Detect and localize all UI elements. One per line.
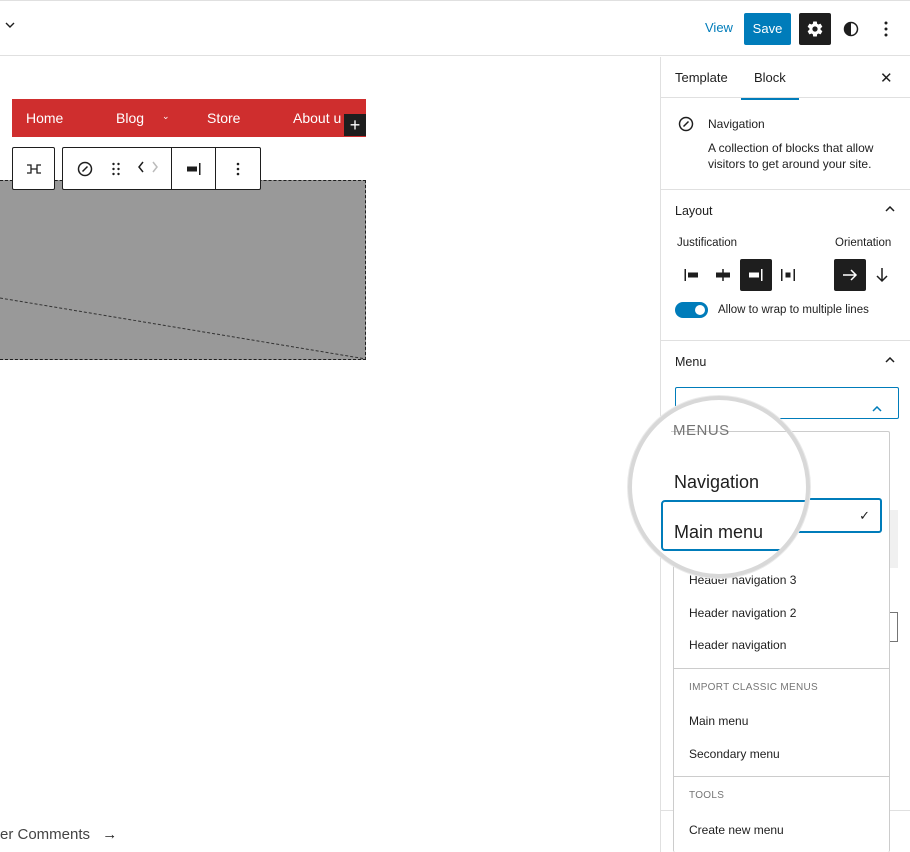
justify-right-button[interactable] [740, 259, 772, 291]
layout-panel-title[interactable]: Layout [675, 204, 713, 218]
justification-label: Justification [677, 237, 738, 249]
wrap-toggle-label: Allow to wrap to multiple lines [718, 304, 869, 316]
tab-block[interactable]: Block [741, 70, 799, 100]
gear-icon [807, 21, 823, 37]
nav-item-about[interactable]: About u [293, 110, 341, 126]
justify-center-icon [716, 269, 730, 281]
half-circle-contrast-icon [843, 21, 859, 37]
justify-left-button[interactable] [675, 259, 707, 291]
vertical-ellipsis-icon [884, 21, 888, 37]
document-chevron-down-icon[interactable] [4, 19, 20, 37]
comments-link-label: er Comments [0, 826, 91, 843]
save-button[interactable]: Save [744, 13, 791, 45]
block-toolbar [62, 147, 261, 190]
justify-space-between-icon [781, 269, 795, 281]
arrow-right-icon [843, 269, 858, 281]
compass-navigation-icon [678, 116, 694, 137]
tools-heading: TOOLS [689, 790, 725, 801]
block-card: Navigation A collection of blocks that a… [661, 98, 910, 190]
move-arrows [125, 148, 171, 189]
block-parent-toolbar [12, 147, 55, 190]
divider [674, 668, 889, 669]
parent-block-icon [26, 163, 41, 174]
chevron-up-icon[interactable] [885, 355, 895, 366]
editor-canvas: Home Blog ⌄ Store About u + er Comments … [0, 57, 660, 852]
nav-item-blog[interactable]: Blog [116, 110, 144, 126]
styles-button[interactable] [839, 13, 863, 45]
arrow-down-icon [876, 268, 888, 283]
orientation-horizontal-button[interactable] [834, 259, 866, 291]
move-left-chevron-icon[interactable] [137, 160, 145, 178]
orientation-label: Orientation [835, 237, 892, 249]
orientation-vertical-button[interactable] [866, 259, 898, 291]
justify-right-icon [186, 162, 200, 175]
add-block-plus-icon[interactable]: + [344, 114, 366, 136]
nav-item-home[interactable]: Home [26, 110, 63, 126]
arrow-right-icon: → [102, 826, 118, 843]
wrap-toggle[interactable] [675, 302, 708, 318]
menu-option[interactable]: Navigation [674, 472, 759, 493]
sidebar-tabs: Template Block ✕ [661, 57, 910, 100]
image-placeholder [0, 180, 366, 360]
placeholder-diagonal-line [0, 297, 366, 359]
drag-handle[interactable] [107, 148, 125, 189]
background-panel-fragment [890, 510, 898, 568]
menu-option-selected[interactable]: Main menu [674, 522, 763, 543]
comments-link[interactable]: er Comments → [0, 826, 117, 843]
block-title: Navigation [708, 117, 765, 131]
menu-option[interactable]: Header navigation 2 [689, 606, 796, 620]
background-input-fragment [889, 612, 898, 642]
menu-panel-title[interactable]: Menu [675, 355, 706, 369]
classic-menu-option[interactable]: Main menu [689, 714, 748, 728]
import-classic-menus-heading: IMPORT CLASSIC MENUS [689, 682, 818, 693]
justify-left-icon [684, 269, 698, 281]
justify-right-icon [749, 269, 763, 281]
select-parent-button[interactable] [13, 148, 54, 189]
settings-button[interactable] [799, 13, 831, 45]
chevron-up-icon[interactable] [885, 204, 895, 215]
block-options-button[interactable] [215, 148, 260, 189]
chevron-up-icon [872, 399, 882, 417]
justify-center-button[interactable] [707, 259, 739, 291]
divider [674, 776, 889, 777]
nav-item-store[interactable]: Store [207, 110, 240, 126]
tab-template[interactable]: Template [675, 70, 728, 85]
submenu-chevron-down-icon: ⌄ [162, 111, 170, 121]
menu-option[interactable]: Header navigation [689, 638, 786, 652]
checkmark-icon: ✓ [859, 508, 870, 523]
view-button[interactable]: View [705, 20, 733, 35]
create-new-menu-option[interactable]: Create new menu [689, 823, 784, 837]
move-right-chevron-icon[interactable] [151, 160, 159, 178]
justification-toolbar-button[interactable] [171, 148, 215, 189]
drag-dots-icon [112, 162, 120, 175]
options-button[interactable] [876, 13, 896, 45]
editor-top-bar: View Save [0, 0, 910, 56]
magnifier-overlay: MENUS Navigation Main menu [628, 396, 810, 578]
navigation-block[interactable]: Home Blog ⌄ Store About u + [12, 99, 366, 137]
justify-space-between-button[interactable] [772, 259, 804, 291]
block-type-button[interactable] [63, 148, 107, 189]
block-description: A collection of blocks that allow visito… [708, 141, 874, 171]
compass-navigation-icon [77, 161, 93, 176]
classic-menu-option[interactable]: Secondary menu [689, 747, 780, 761]
menus-heading: MENUS [673, 422, 730, 439]
vertical-ellipsis-icon [236, 162, 240, 175]
close-icon[interactable]: ✕ [880, 69, 893, 87]
